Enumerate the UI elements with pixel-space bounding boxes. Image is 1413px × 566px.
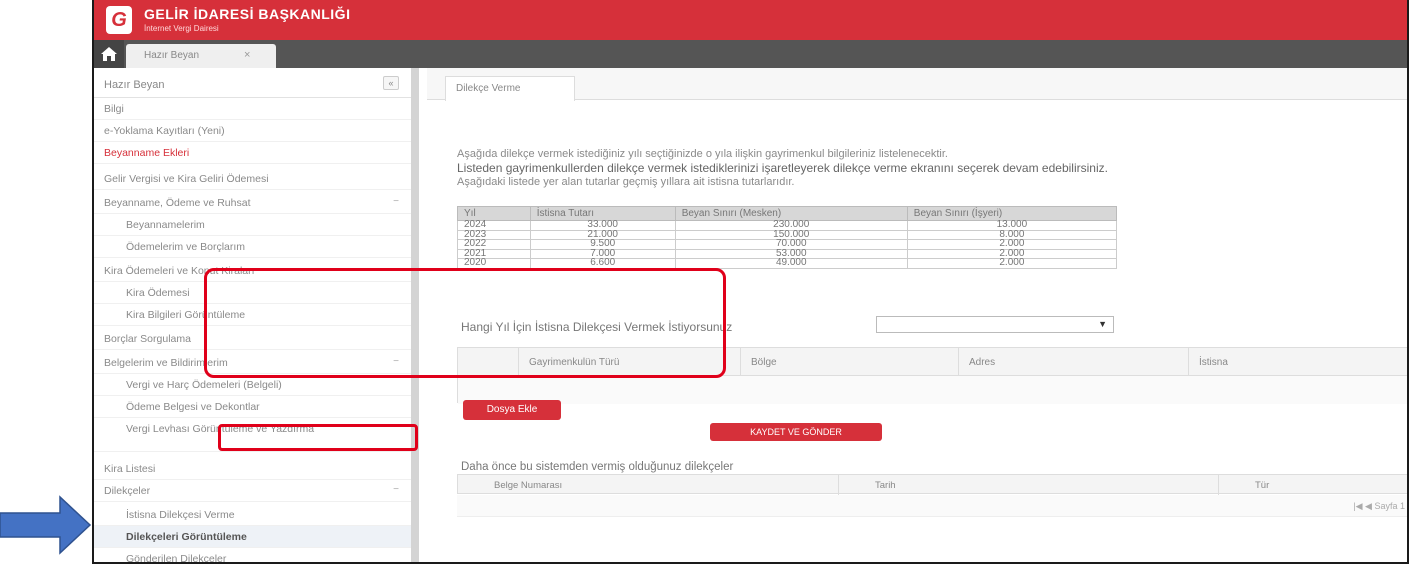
close-icon[interactable]: × bbox=[244, 49, 250, 61]
grid-col-address: Adres bbox=[958, 348, 1188, 376]
tab-hazir-beyan[interactable]: Hazır Beyan × bbox=[126, 44, 276, 68]
home-icon bbox=[101, 47, 117, 61]
app-title: GELİR İDARESİ BAŞKANLIĞI bbox=[144, 6, 351, 22]
grid-col-region: Bölge bbox=[740, 348, 958, 376]
grid-col-type: Tür bbox=[1218, 475, 1407, 495]
sidebar-item-odeme-belgesi[interactable]: Ödeme Belgesi ve Dekontlar bbox=[94, 396, 411, 418]
home-tab[interactable] bbox=[94, 40, 124, 68]
table-cell: 2.000 bbox=[906, 258, 1118, 269]
previous-petitions-grid: Belge Numarası Tarih Tür |◀ ◀ Sayfa 1 bbox=[457, 474, 1407, 518]
sidebar-header: Hazır Beyan « bbox=[94, 68, 411, 98]
info-line: Aşağıdaki listede yer alan tutarlar geçm… bbox=[457, 176, 795, 188]
sidebar-title: Hazır Beyan bbox=[104, 79, 165, 91]
highlight-box bbox=[218, 424, 418, 451]
collapse-toggle-icon[interactable]: − bbox=[393, 196, 399, 207]
highlight-box bbox=[204, 268, 726, 378]
app-subtitle: İnternet Vergi Dairesi bbox=[144, 24, 219, 33]
grid-header: Belge Numarası Tarih Tür bbox=[457, 474, 1407, 495]
sidebar-item-kira-listesi[interactable]: Kira Listesi bbox=[94, 458, 411, 480]
gib-logo-icon: G bbox=[106, 6, 132, 34]
collapse-icon[interactable]: « bbox=[383, 76, 399, 90]
sidebar-item-gelir-vergisi[interactable]: Gelir Vergisi ve Kira Geliri Ödemesi bbox=[94, 168, 411, 190]
browser-frame: G GELİR İDARESİ BAŞKANLIĞI İnternet Verg… bbox=[92, 0, 1409, 564]
tab-label: Dilekçe Verme bbox=[456, 83, 521, 94]
sidebar-item-label: Beyannamelerim bbox=[126, 219, 205, 231]
sidebar-item-bilgi[interactable]: Bilgi bbox=[94, 98, 411, 120]
sidebar-item-beyanname-odeme[interactable]: Beyanname, Ödeme ve Ruhsat − bbox=[94, 192, 411, 214]
limits-table: Yıl İstisna Tutarı Beyan Sınırı (Mesken)… bbox=[457, 206, 1118, 269]
pointer-arrow-icon bbox=[0, 495, 92, 555]
info-line: Listeden gayrimenkullerden dilekçe verme… bbox=[457, 161, 1108, 175]
table-cell: 49.000 bbox=[674, 258, 908, 269]
sidebar-item-label: Dilekçeleri Görüntüleme bbox=[126, 531, 247, 543]
grid-col-date: Tarih bbox=[838, 475, 1218, 495]
sidebar-item-label: Dilekçeler bbox=[104, 485, 151, 497]
table-row: 2020 6.600 49.000 2.000 bbox=[457, 258, 1118, 269]
sidebar-item-label: Kira Listesi bbox=[104, 463, 156, 475]
sidebar-item-dilekce-goruntule[interactable]: Dilekçeleri Görüntüleme bbox=[94, 526, 411, 548]
sidebar-item-label: İstisna Dilekçesi Verme bbox=[126, 509, 235, 521]
sidebar-item-label: Ödemelerim ve Borçlarım bbox=[126, 241, 246, 253]
file-add-button[interactable]: Dosya Ekle bbox=[463, 400, 561, 420]
sidebar-item-label: Bilgi bbox=[104, 103, 124, 115]
grid-empty-row bbox=[458, 376, 1407, 404]
sidebar-item-istisna-verme[interactable]: İstisna Dilekçesi Verme bbox=[94, 504, 411, 526]
grid-empty-row bbox=[457, 495, 1407, 517]
info-line: Aşağıda dilekçe vermek istediğiniz yılı … bbox=[457, 148, 948, 160]
sidebar-item-beyanname-ekleri[interactable]: Beyanname Ekleri bbox=[94, 142, 411, 164]
table-cell: 2020 bbox=[457, 258, 531, 269]
sidebar-item-label: Kira Ödemesi bbox=[126, 287, 190, 299]
chevron-down-icon: ▼ bbox=[1098, 319, 1107, 329]
previous-petitions-title: Daha önce bu sistemden vermiş olduğunuz … bbox=[461, 461, 734, 473]
sidebar-item-label: e-Yoklama Kayıtları (Yeni) bbox=[104, 125, 225, 137]
sidebar-item-gonderilen[interactable]: Gönderilen Dilekçeler bbox=[94, 548, 411, 564]
tab-strip: Hazır Beyan × bbox=[94, 40, 1407, 68]
content-tabbar: Dilekçe Verme bbox=[427, 68, 1407, 101]
tab-dilekce-verme[interactable]: Dilekçe Verme bbox=[445, 76, 575, 101]
collapse-toggle-icon[interactable]: − bbox=[393, 484, 399, 495]
sidebar-item-label: Borçlar Sorgulama bbox=[104, 333, 191, 345]
table-cell: 6.600 bbox=[529, 258, 676, 269]
tab-label: Hazır Beyan bbox=[144, 50, 200, 61]
sidebar-item-label: Gönderilen Dilekçeler bbox=[126, 553, 227, 564]
sidebar-item-label: Beyanname, Ödeme ve Ruhsat bbox=[104, 197, 251, 209]
save-and-send-button[interactable]: KAYDET VE GÖNDER bbox=[710, 423, 882, 441]
grid-col-doc-number: Belge Numarası bbox=[494, 480, 563, 491]
sidebar-item-odemelerim[interactable]: Ödemelerim ve Borçlarım bbox=[94, 236, 411, 258]
sidebar-item-dilekceler[interactable]: Dilekçeler − bbox=[94, 480, 411, 502]
year-select[interactable]: ▼ bbox=[876, 316, 1114, 333]
sidebar-item-beyannamelerim[interactable]: Beyannamelerim bbox=[94, 214, 411, 236]
sidebar-item-label: Gelir Vergisi ve Kira Geliri Ödemesi bbox=[104, 173, 269, 185]
pagination[interactable]: |◀ ◀ Sayfa 1 bbox=[1353, 501, 1405, 512]
sidebar-item-label: Vergi ve Harç Ödemeleri (Belgeli) bbox=[126, 379, 282, 391]
sidebar-item-e-yoklama[interactable]: e-Yoklama Kayıtları (Yeni) bbox=[94, 120, 411, 142]
sidebar-item-label: Beyanname Ekleri bbox=[104, 147, 190, 159]
app-header: G GELİR İDARESİ BAŞKANLIĞI İnternet Verg… bbox=[94, 0, 1407, 40]
grid-col-exemption: İstisna bbox=[1188, 348, 1407, 376]
sidebar-item-label: Ödeme Belgesi ve Dekontlar bbox=[126, 401, 260, 413]
